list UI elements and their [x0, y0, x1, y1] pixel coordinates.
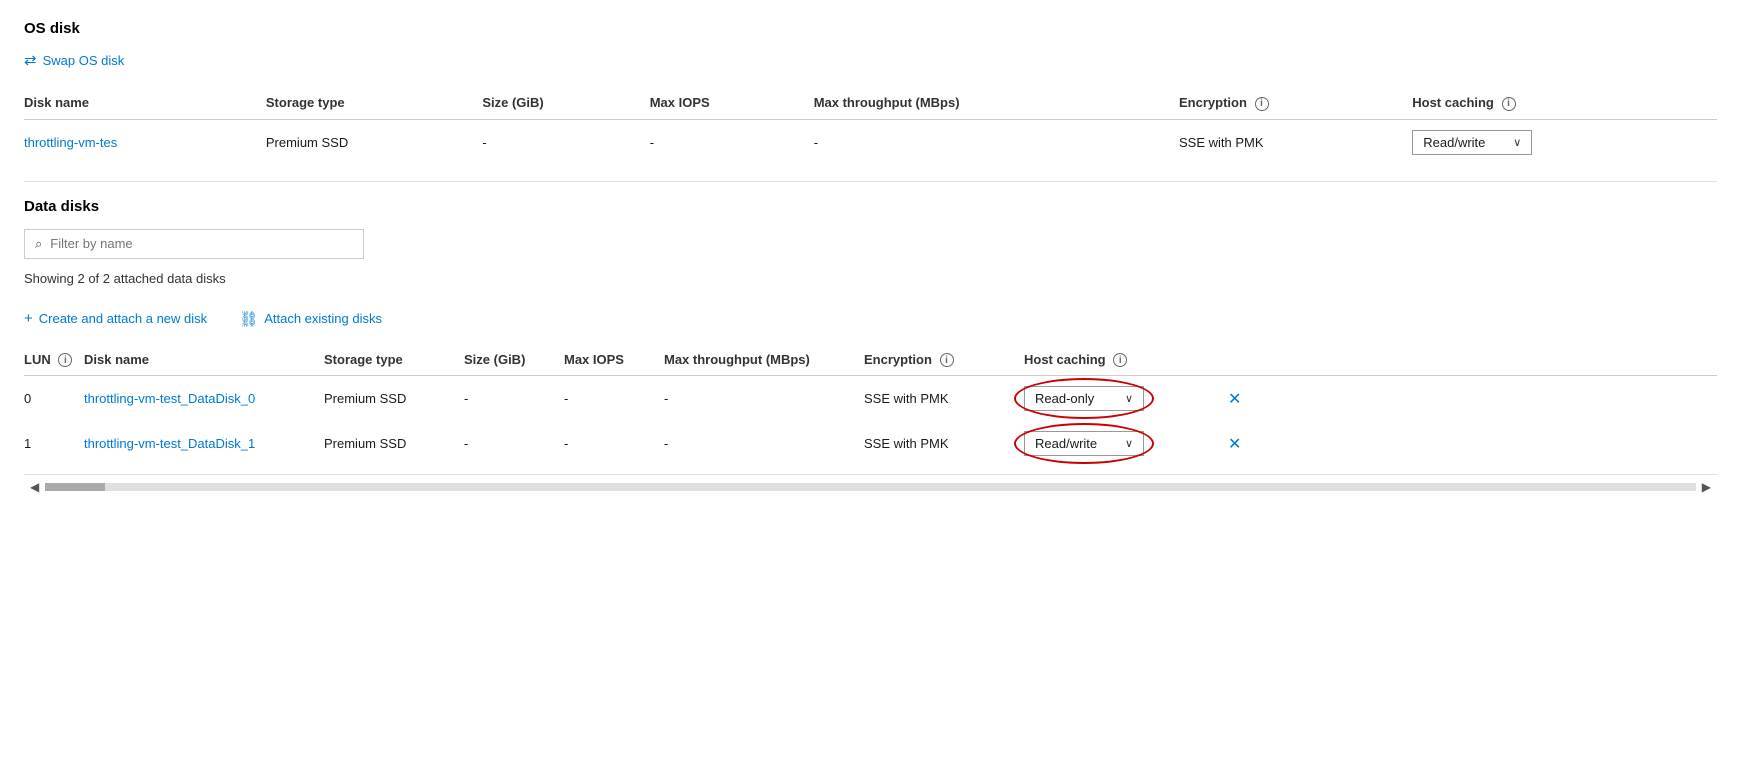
data-disk-max-iops-1: - — [564, 421, 664, 466]
swap-os-disk-button[interactable]: ⇄ Swap OS disk — [24, 51, 124, 69]
os-disk-host-caching-value: Read/write — [1423, 135, 1485, 150]
data-disks-table: LUN i Disk name Storage type Size (GiB) … — [24, 344, 1717, 467]
attach-existing-disks-button[interactable]: ⛓ Attach existing disks — [239, 310, 382, 328]
attach-icon: ⛓ — [239, 310, 258, 328]
os-disk-row: throttling-vm-tes Premium SSD - - - SSE … — [24, 119, 1717, 165]
os-disk-header-size: Size (GiB) — [482, 87, 649, 119]
data-disk-actions-row: + Create and attach a new disk ⛓ Attach … — [24, 310, 1717, 328]
showing-count-text: Showing 2 of 2 attached data disks — [24, 271, 1717, 286]
os-disk-max-throughput: - — [814, 119, 1179, 165]
os-disk-name-link[interactable]: throttling-vm-tes — [24, 135, 117, 150]
data-disk-encryption-0: SSE with PMK — [864, 376, 1024, 422]
data-disk-header-hostcaching: Host caching i — [1024, 344, 1224, 376]
data-disk-header-encryption: Encryption i — [864, 344, 1024, 376]
data-encryption-info-icon[interactable]: i — [940, 353, 954, 367]
scroll-left-button[interactable]: ◀ — [24, 478, 45, 496]
swap-btn-label: Swap OS disk — [43, 53, 125, 68]
data-disk-row-0: 0 throttling-vm-test_DataDisk_0 Premium … — [24, 376, 1717, 422]
delete-disk-button-0[interactable]: ✕ — [1224, 389, 1245, 409]
os-disk-max-iops: - — [650, 119, 814, 165]
data-disk-header-lun: LUN i — [24, 344, 84, 376]
host-caching-annotation-wrapper-0: Read-only ∨ — [1024, 386, 1144, 411]
os-disk-host-caching-cell: Read/write ∨ — [1412, 119, 1717, 165]
data-disk-host-caching-dropdown-0[interactable]: Read-only ∨ — [1024, 386, 1144, 411]
data-disk-name-link-1[interactable]: throttling-vm-test_DataDisk_1 — [84, 436, 255, 451]
chevron-down-icon-0: ∨ — [1125, 392, 1133, 405]
os-disk-host-caching-dropdown[interactable]: Read/write ∨ — [1412, 130, 1532, 155]
os-disk-header-maxthroughput: Max throughput (MBps) — [814, 87, 1179, 119]
lun-info-icon[interactable]: i — [58, 353, 72, 367]
os-disk-encryption: SSE with PMK — [1179, 119, 1412, 165]
data-disk-size-0: - — [464, 376, 564, 422]
chevron-down-icon-1: ∨ — [1125, 437, 1133, 450]
data-disks-title: Data disks — [24, 198, 1717, 215]
data-disk-header-storagetype: Storage type — [324, 344, 464, 376]
data-disk-host-caching-cell-0: Read-only ∨ — [1024, 376, 1224, 422]
swap-icon: ⇄ — [24, 51, 37, 69]
os-disk-storage-type: Premium SSD — [266, 119, 482, 165]
os-disk-header-diskname: Disk name — [24, 87, 266, 119]
chevron-down-icon: ∨ — [1513, 136, 1521, 149]
data-disk-lun-1: 1 — [24, 421, 84, 466]
data-disk-max-iops-0: - — [564, 376, 664, 422]
filter-box: ⌕ — [24, 229, 364, 259]
data-disk-storage-type-1: Premium SSD — [324, 421, 464, 466]
data-disk-host-caching-value-0: Read-only — [1035, 391, 1094, 406]
os-disk-name: throttling-vm-tes — [24, 119, 266, 165]
scroll-right-button[interactable]: ▶ — [1696, 478, 1717, 496]
scroll-thumb — [45, 483, 105, 491]
encryption-info-icon[interactable]: i — [1255, 97, 1269, 111]
scroll-track[interactable] — [45, 483, 1696, 491]
data-disk-row-1: 1 throttling-vm-test_DataDisk_1 Premium … — [24, 421, 1717, 466]
data-disk-delete-0: ✕ — [1224, 376, 1717, 422]
data-disk-name-0: throttling-vm-test_DataDisk_0 — [84, 376, 324, 422]
os-disk-header-encryption: Encryption i — [1179, 87, 1412, 119]
delete-disk-button-1[interactable]: ✕ — [1224, 434, 1245, 454]
os-disk-header-storagetype: Storage type — [266, 87, 482, 119]
data-disk-header-maxiops: Max IOPS — [564, 344, 664, 376]
data-disk-name-1: throttling-vm-test_DataDisk_1 — [84, 421, 324, 466]
data-disk-header-maxthroughput: Max throughput (MBps) — [664, 344, 864, 376]
os-disk-table: Disk name Storage type Size (GiB) Max IO… — [24, 87, 1717, 165]
hostcaching-info-icon[interactable]: i — [1502, 97, 1516, 111]
data-disk-max-throughput-1: - — [664, 421, 864, 466]
os-disk-header-hostcaching: Host caching i — [1412, 87, 1717, 119]
filter-by-name-input[interactable] — [50, 236, 353, 251]
data-disk-header-size: Size (GiB) — [464, 344, 564, 376]
create-attach-new-disk-button[interactable]: + Create and attach a new disk — [24, 310, 207, 327]
host-caching-annotation-wrapper-1: Read/write ∨ — [1024, 431, 1144, 456]
data-disk-lun-0: 0 — [24, 376, 84, 422]
data-disk-storage-type-0: Premium SSD — [324, 376, 464, 422]
create-attach-label: Create and attach a new disk — [39, 311, 207, 326]
data-disk-delete-1: ✕ — [1224, 421, 1717, 466]
scrollbar: ◀ ▶ — [24, 474, 1717, 499]
attach-existing-label: Attach existing disks — [264, 311, 382, 326]
section-divider — [24, 181, 1717, 182]
data-disk-encryption-1: SSE with PMK — [864, 421, 1024, 466]
data-disk-max-throughput-0: - — [664, 376, 864, 422]
data-disk-header-diskname: Disk name — [84, 344, 324, 376]
data-disk-header-delete — [1224, 344, 1717, 376]
data-hostcaching-info-icon[interactable]: i — [1113, 353, 1127, 367]
search-icon: ⌕ — [35, 236, 42, 252]
data-disk-host-caching-value-1: Read/write — [1035, 436, 1097, 451]
os-disk-size: - — [482, 119, 649, 165]
os-disk-title: OS disk — [24, 20, 1717, 37]
data-disk-host-caching-dropdown-1[interactable]: Read/write ∨ — [1024, 431, 1144, 456]
os-disk-header-row: Disk name Storage type Size (GiB) Max IO… — [24, 87, 1717, 119]
data-disk-name-link-0[interactable]: throttling-vm-test_DataDisk_0 — [84, 391, 255, 406]
plus-icon: + — [24, 310, 33, 327]
os-disk-header-maxiops: Max IOPS — [650, 87, 814, 119]
data-disk-host-caching-cell-1: Read/write ∨ — [1024, 421, 1224, 466]
data-disks-header-row: LUN i Disk name Storage type Size (GiB) … — [24, 344, 1717, 376]
data-disk-size-1: - — [464, 421, 564, 466]
